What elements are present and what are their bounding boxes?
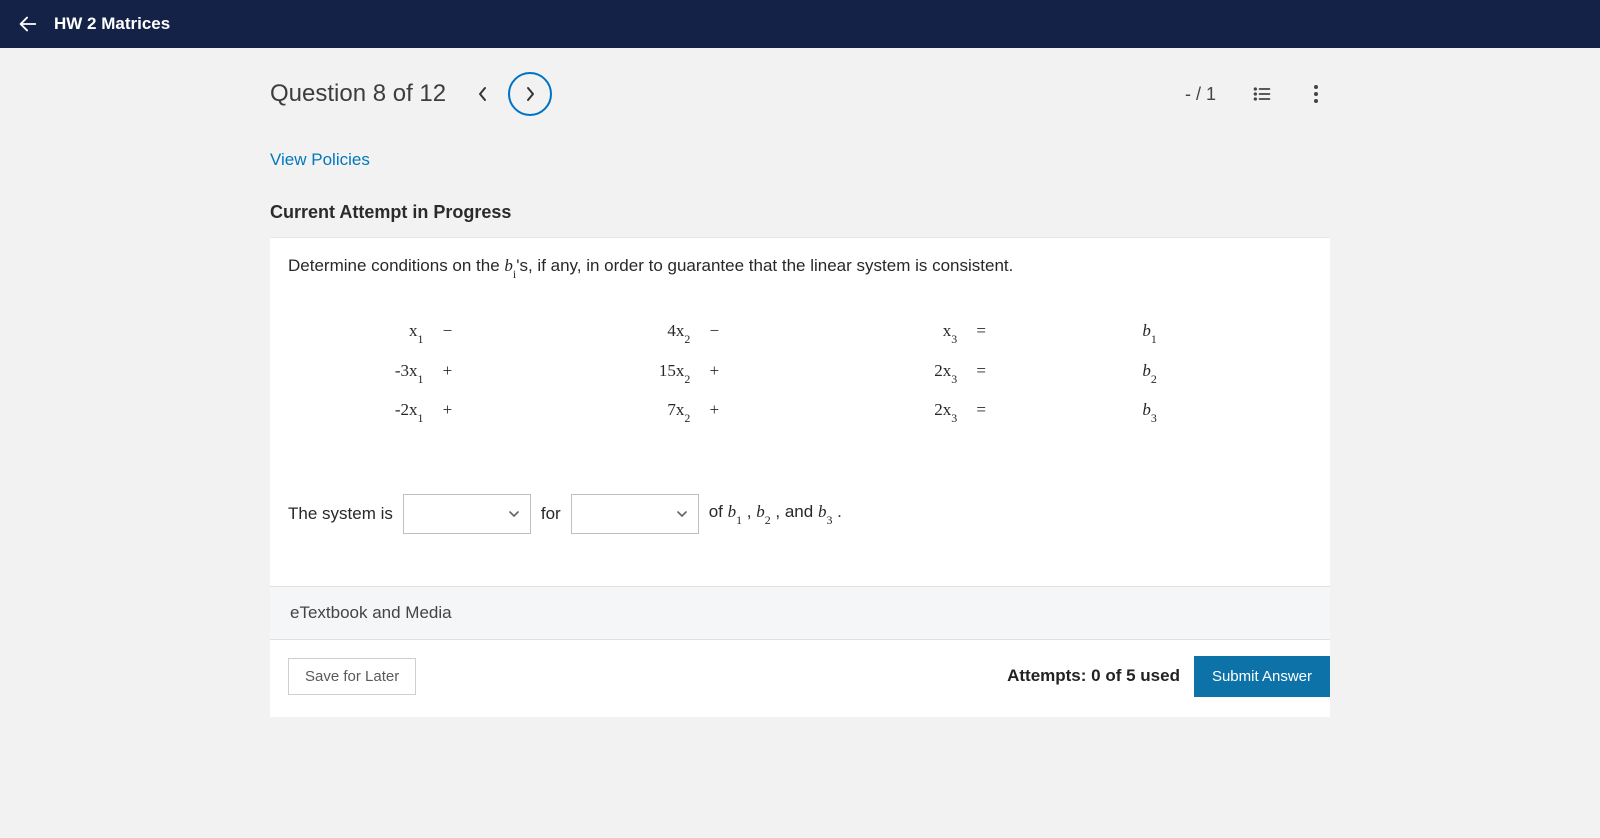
eq-r1-c3: x3 [830,321,957,344]
eq-r1-eq: = [975,321,987,344]
eq-r3-c2: 7x2 [563,400,690,423]
eq-r2-c3: 2x3 [830,361,957,384]
eq-r1-c1: x1 [296,321,423,344]
eq-r3-op1: + [441,400,453,423]
next-question-button[interactable] [508,72,552,116]
equation-system: x1 − 4x2 − x3 = b1 -3x1 + 15x2 + 2x3 = b… [296,321,1312,423]
view-policies-link[interactable]: View Policies [270,150,370,169]
more-options-icon[interactable] [1302,80,1330,108]
answer-mid: for [541,504,561,524]
etextbook-media-button[interactable]: eTextbook and Media [270,586,1330,640]
condition-select[interactable] [571,494,699,534]
page-title: HW 2 Matrices [54,14,170,34]
footer-row: Save for Later Attempts: 0 of 5 used Sub… [270,640,1330,717]
eq-r3-eq: = [975,400,987,423]
eq-r1-c2: 4x2 [563,321,690,344]
question-prompt: Determine conditions on the b_ibi's, if … [288,256,1312,279]
top-bar: HW 2 Matrices [0,0,1600,48]
prompt-pre: Determine conditions on the [288,256,504,275]
submit-answer-button[interactable]: Submit Answer [1194,656,1330,697]
answer-tail: of b1 , b2 , and b3 . [709,502,842,525]
eq-r2-c1: -3x1 [296,361,423,384]
back-arrow-icon[interactable] [16,12,40,36]
eq-r2-op1: + [441,361,453,384]
question-header: Question 8 of 12 - / 1 [270,48,1330,136]
answer-lead: The system is [288,504,393,524]
answer-row: The system is for of b1 , b2 , and b3 . [288,494,1312,534]
eq-r1-b: b1 [1097,321,1203,344]
consistency-select[interactable] [403,494,531,534]
prompt-post: 's, if any, in order to guarantee that t… [516,256,1013,275]
prev-question-button[interactable] [470,81,496,107]
save-for-later-button[interactable]: Save for Later [288,658,416,695]
eq-r3-b: b3 [1097,400,1203,423]
chevron-down-icon [508,508,520,520]
eq-r3-op2: + [708,400,720,423]
question-list-icon[interactable] [1248,80,1276,108]
eq-r1-op1: − [441,321,453,344]
eq-r1-op2: − [708,321,720,344]
score-display: - / 1 [1185,84,1216,105]
eq-r2-b: b2 [1097,361,1203,384]
eq-r2-eq: = [975,361,987,384]
question-body: Determine conditions on the b_ibi's, if … [270,237,1330,586]
attempt-status-title: Current Attempt in Progress [270,184,1330,237]
eq-r3-c3: 2x3 [830,400,957,423]
prompt-var: b_ibi [504,256,516,275]
policies-row: View Policies [270,136,1330,184]
question-nav [470,72,552,116]
attempts-counter: Attempts: 0 of 5 used [1007,666,1180,686]
eq-r2-op2: + [708,361,720,384]
chevron-down-icon [676,508,688,520]
eq-r3-c1: -2x1 [296,400,423,423]
etextbook-media-label: eTextbook and Media [290,603,452,622]
question-counter: Question 8 of 12 [270,80,446,108]
eq-r2-c2: 15x2 [563,361,690,384]
